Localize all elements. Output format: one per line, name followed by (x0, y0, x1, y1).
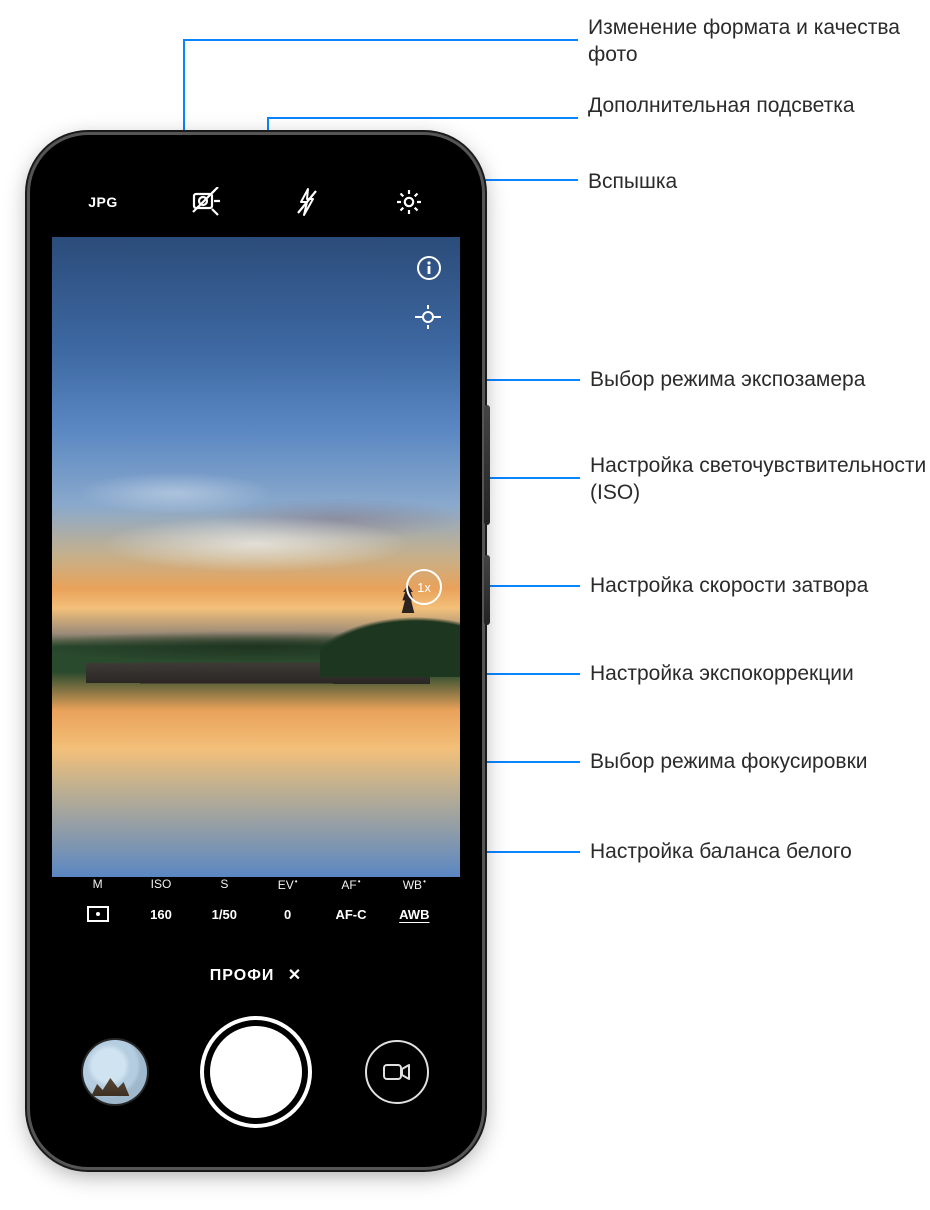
info-icon (416, 255, 442, 281)
param-af-value: AF-C (335, 905, 366, 923)
assistive-light-button[interactable] (182, 187, 228, 217)
phone-frame: JPG (30, 135, 482, 1167)
horizon-button[interactable] (414, 303, 442, 336)
annotation-focus: Выбор режима фокусировки (590, 748, 867, 775)
param-iso[interactable]: ISO 160 (129, 877, 192, 923)
video-mode-button[interactable] (365, 1040, 429, 1104)
gear-icon (395, 188, 423, 216)
param-metering-label: M (93, 877, 103, 895)
param-wb[interactable]: WB• AWB (383, 877, 446, 923)
param-ev-label: EV• (278, 877, 298, 895)
metering-icon (87, 906, 109, 922)
volume-button (484, 405, 490, 525)
camera-topbar: JPG (52, 177, 460, 227)
viewfinder[interactable]: 1x (52, 237, 460, 877)
info-button[interactable] (416, 255, 442, 286)
format-label: JPG (88, 194, 118, 210)
power-button (484, 555, 490, 625)
annotation-wb: Настройка баланса белого (590, 838, 852, 865)
param-ev[interactable]: EV• 0 (256, 877, 319, 923)
zoom-button[interactable]: 1x (404, 567, 444, 612)
param-iso-label: ISO (151, 877, 172, 895)
shutter-button[interactable] (210, 1026, 302, 1118)
annotation-metering: Выбор режима экспозамера (590, 366, 865, 393)
param-metering[interactable]: M (66, 877, 129, 923)
flash-button[interactable] (284, 187, 330, 217)
mode-name: ПРОФИ (210, 967, 275, 984)
param-shutter-value: 1/50 (212, 905, 237, 923)
annotation-ev: Настройка экспокоррекции (590, 660, 854, 687)
close-mode-icon: ✕ (288, 965, 302, 985)
param-af-label: AF• (341, 877, 360, 895)
param-ev-value: 0 (284, 905, 291, 923)
viewfinder-clouds (52, 237, 460, 877)
phone-screen: JPG (52, 157, 460, 1145)
annotation-iso: Настройка светочувствительности (ISO) (590, 452, 930, 507)
annotation-flash: Вспышка (588, 168, 677, 195)
settings-button[interactable] (386, 188, 432, 216)
gallery-button[interactable] (83, 1040, 147, 1104)
video-icon (383, 1062, 411, 1082)
viewfinder-hill (320, 607, 460, 677)
horizon-icon (414, 303, 442, 331)
bottom-controls (52, 1007, 460, 1137)
mode-label[interactable]: ПРОФИ ✕ (52, 965, 460, 985)
annotation-light: Дополнительная подсветка (588, 92, 855, 119)
param-wb-value: AWB (399, 905, 429, 923)
annotation-format: Изменение формата и качества фото (588, 14, 930, 69)
format-button[interactable]: JPG (80, 194, 126, 210)
param-shutter-label: S (220, 877, 228, 895)
assistive-light-icon (190, 187, 220, 217)
pro-params-row: M ISO 160 S 1/50 E (52, 877, 460, 923)
param-shutter[interactable]: S 1/50 (193, 877, 256, 923)
svg-text:1x: 1x (417, 580, 431, 595)
zoom-icon: 1x (404, 567, 444, 607)
param-wb-label: WB• (403, 877, 426, 895)
param-iso-value: 160 (150, 905, 172, 923)
flash-off-icon (294, 187, 320, 217)
param-metering-value (87, 905, 109, 923)
annotation-shutter: Настройка скорости затвора (590, 572, 868, 599)
param-af[interactable]: AF• AF-C (319, 877, 382, 923)
